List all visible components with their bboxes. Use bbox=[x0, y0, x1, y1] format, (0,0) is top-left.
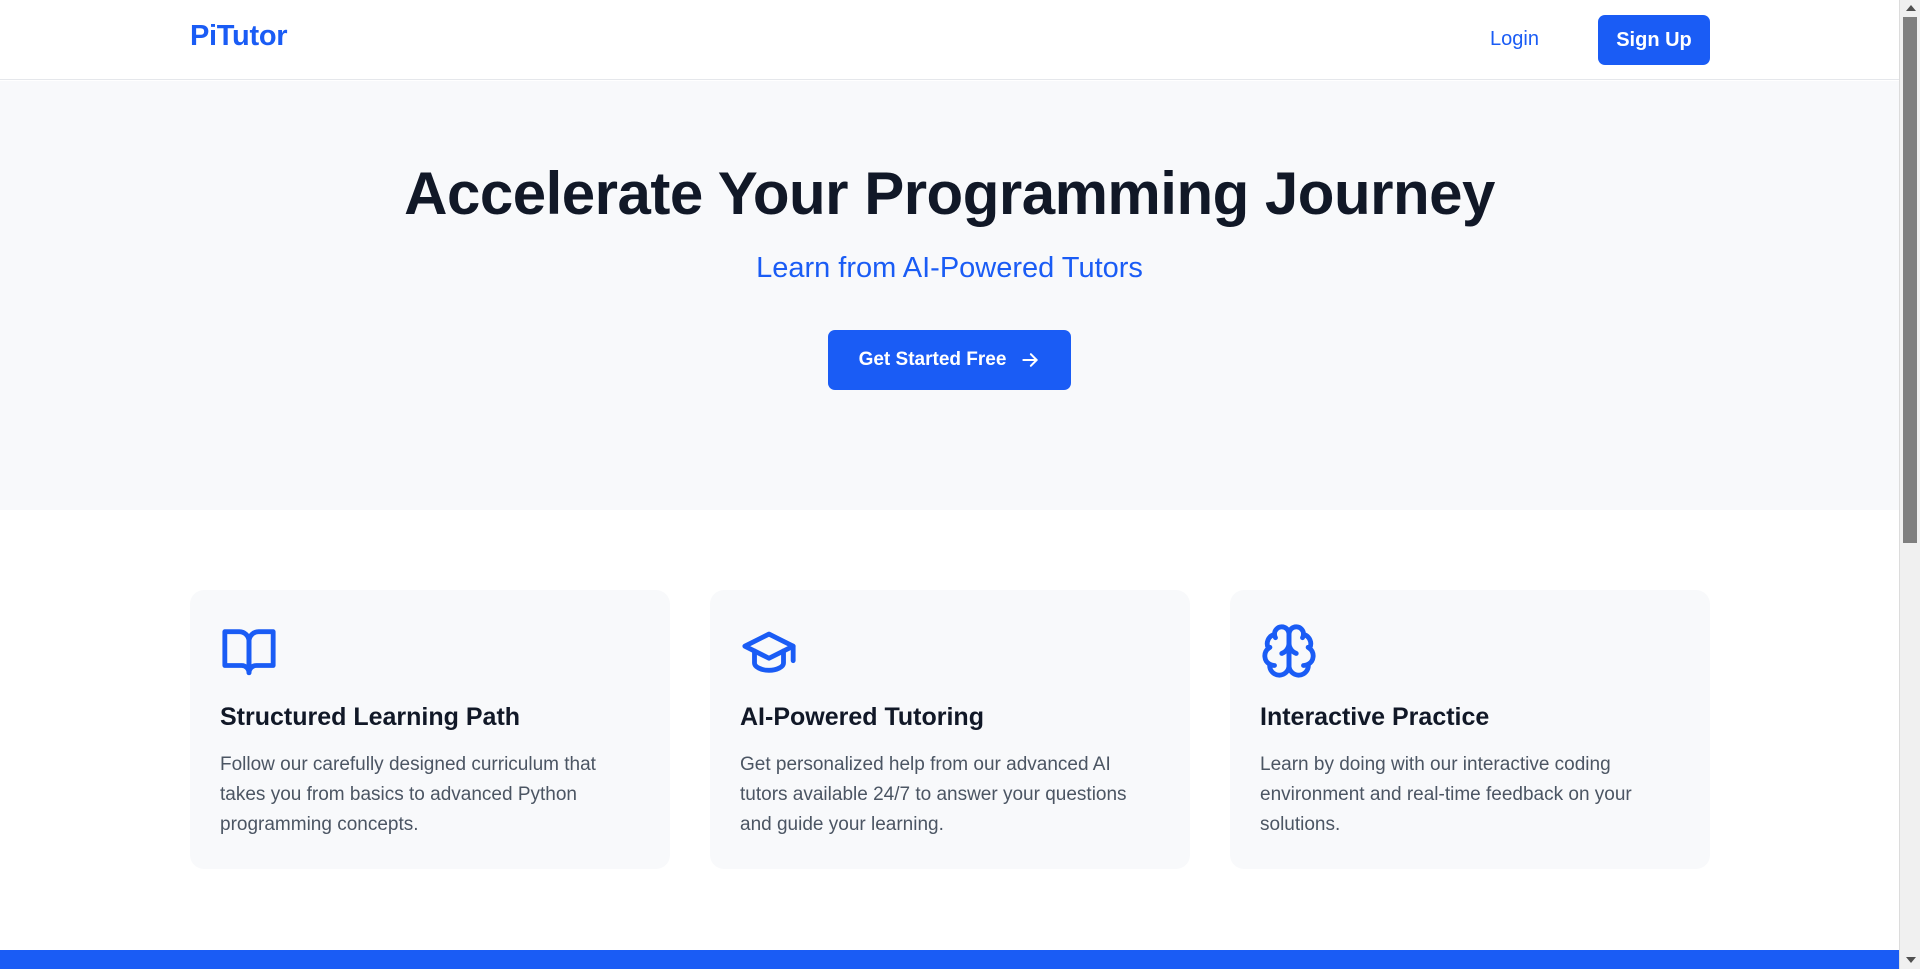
scrollbar-thumb[interactable] bbox=[1903, 17, 1917, 543]
hero-title: Accelerate Your Programming Journey bbox=[404, 160, 1495, 227]
feature-description: Get personalized help from our advanced … bbox=[740, 754, 1127, 835]
feature-title: AI-Powered Tutoring bbox=[740, 703, 984, 731]
feature-title: Structured Learning Path bbox=[220, 703, 521, 731]
feature-description: Follow our carefully designed curriculum… bbox=[220, 754, 596, 835]
login-button[interactable]: Login bbox=[1490, 28, 1539, 51]
arrow-right-icon bbox=[1022, 353, 1039, 367]
feature-card: AI-Powered Tutoring Get personalized hel… bbox=[710, 590, 1190, 869]
hero-section: Accelerate Your Programming Journey Lear… bbox=[0, 81, 1899, 510]
get-started-button[interactable]: Get Started Free bbox=[828, 330, 1071, 390]
feature-card: Interactive Practice Learn by doing with… bbox=[1230, 590, 1710, 869]
brain-icon bbox=[1262, 624, 1316, 678]
get-started-label: Get Started Free bbox=[858, 349, 1007, 370]
scroll-down-arrow-icon[interactable] bbox=[1906, 957, 1916, 963]
scroll-up-arrow-icon[interactable] bbox=[1906, 5, 1916, 11]
feature-card: Structured Learning Path Follow our care… bbox=[190, 590, 670, 869]
hero-subtitle: Learn from AI-Powered Tutors bbox=[756, 252, 1143, 284]
logo[interactable]: PiTutor bbox=[190, 20, 288, 53]
feature-title: Interactive Practice bbox=[1260, 703, 1490, 731]
page: PiTutor Login Sign Up Accelerate Your Pr… bbox=[0, 0, 1899, 969]
feature-description: Learn by doing with our interactive codi… bbox=[1260, 754, 1632, 835]
book-open-icon bbox=[222, 629, 276, 676]
graduation-cap-icon bbox=[742, 631, 796, 673]
site-header: PiTutor Login Sign Up bbox=[0, 0, 1899, 80]
vertical-scrollbar[interactable] bbox=[1899, 0, 1920, 969]
signup-button[interactable]: Sign Up bbox=[1598, 15, 1710, 65]
footer-strip bbox=[0, 950, 1899, 969]
